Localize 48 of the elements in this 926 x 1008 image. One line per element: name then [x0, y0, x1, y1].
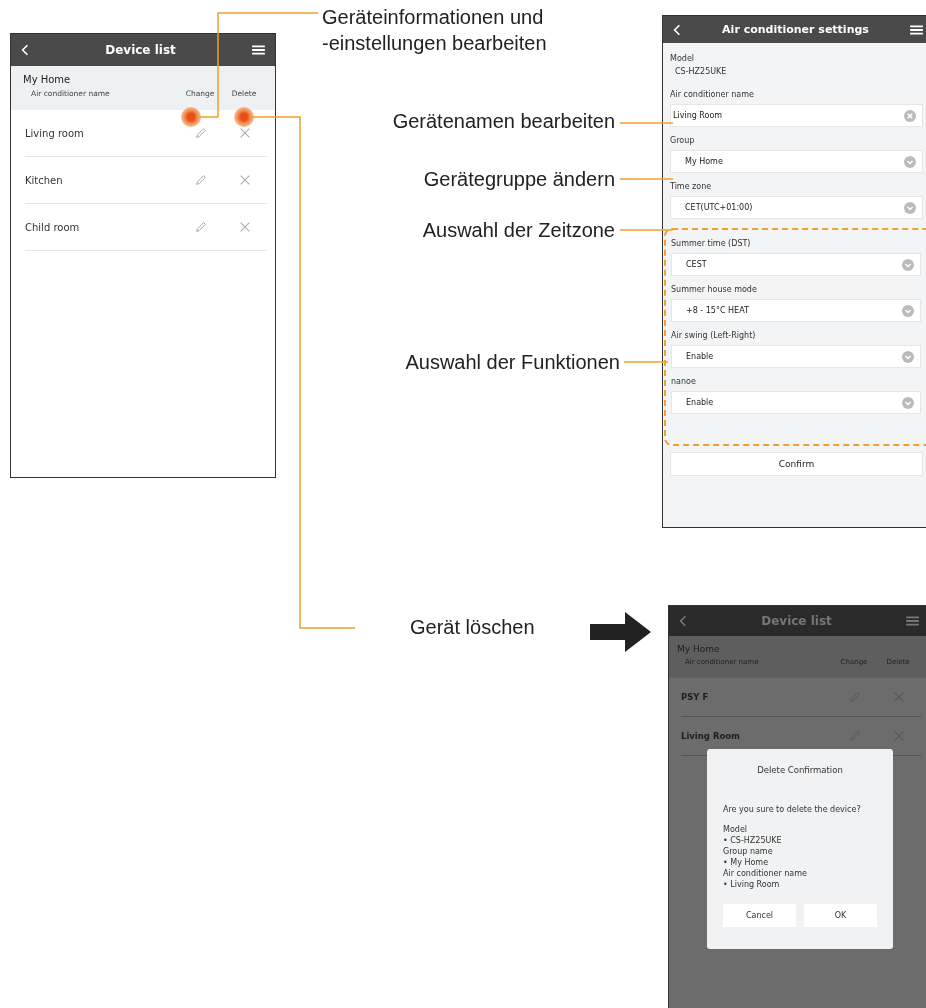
- field-value: Living Room: [673, 111, 724, 120]
- dropdown-field[interactable]: Enable: [671, 391, 921, 414]
- annotation-text: Gerät löschen: [410, 615, 535, 640]
- screen-title: Device list: [760, 614, 833, 628]
- detail-label: Air conditioner name: [723, 868, 808, 879]
- dropdown-field[interactable]: Enable: [671, 345, 921, 368]
- dropdown-field[interactable]: CEST: [671, 253, 921, 276]
- field-value: CET(UTC+01:00): [685, 203, 754, 212]
- dialog-button[interactable]: OK: [804, 904, 877, 927]
- annotation-text: Auswahl der Funktionen: [405, 350, 620, 375]
- field-label: Group: [670, 135, 696, 147]
- field-label: Air swing (Left-Right): [671, 330, 757, 342]
- dialog-message: Are you sure to delete the device?: [723, 805, 862, 814]
- detail-label: Group name: [723, 846, 774, 857]
- dropdown-field[interactable]: +8 - 15°C HEAT: [671, 299, 921, 322]
- field-label: Model: [670, 53, 696, 65]
- device-name[interactable]: Kitchen: [25, 174, 63, 186]
- detail-label: Model: [723, 824, 749, 835]
- device-name[interactable]: Living room: [25, 127, 84, 139]
- field-value: CEST: [686, 260, 708, 269]
- detail-value: • Living Room: [723, 879, 781, 890]
- field-value: Enable: [686, 398, 715, 407]
- text-field[interactable]: Living Room: [670, 104, 923, 127]
- dialog-title: Delete Confirmation: [756, 765, 844, 775]
- dialog-button[interactable]: Cancel: [723, 904, 796, 927]
- screen-title: Air conditioner settings: [721, 23, 870, 36]
- group-name: My Home: [677, 644, 721, 654]
- field-value: My Home: [685, 157, 724, 166]
- annotation-text: Gerätegruppe ändern: [423, 167, 615, 192]
- model-number: CS-HZ25UKE: [674, 66, 728, 78]
- group-name: My Home: [23, 74, 72, 85]
- device-name[interactable]: Child room: [25, 221, 80, 233]
- field-label: Summer time (DST): [671, 238, 752, 250]
- annotation-text: Auswahl der Zeitzone: [422, 218, 615, 243]
- annotation-text: Gerätenamen bearbeiten: [392, 109, 615, 134]
- field-label: Summer house mode: [671, 284, 758, 296]
- screen-title: Device list: [104, 43, 177, 57]
- detail-value: • CS-HZ25UKE: [723, 835, 783, 846]
- field-value: +8 - 15°C HEAT: [686, 306, 750, 315]
- field-label: Air conditioner name: [670, 89, 755, 101]
- dropdown-field[interactable]: CET(UTC+01:00): [670, 196, 923, 219]
- confirm-button[interactable]: Confirm: [670, 452, 923, 476]
- field-value: Enable: [686, 352, 715, 361]
- field-label: Time zone: [670, 181, 713, 193]
- annotation-text: Geräteinformationen und -einstellungen bearbeiten: [322, 5, 547, 56]
- detail-value: • My Home: [723, 857, 770, 868]
- field-label: nanoe: [671, 376, 697, 388]
- dropdown-field[interactable]: My Home: [670, 150, 923, 173]
